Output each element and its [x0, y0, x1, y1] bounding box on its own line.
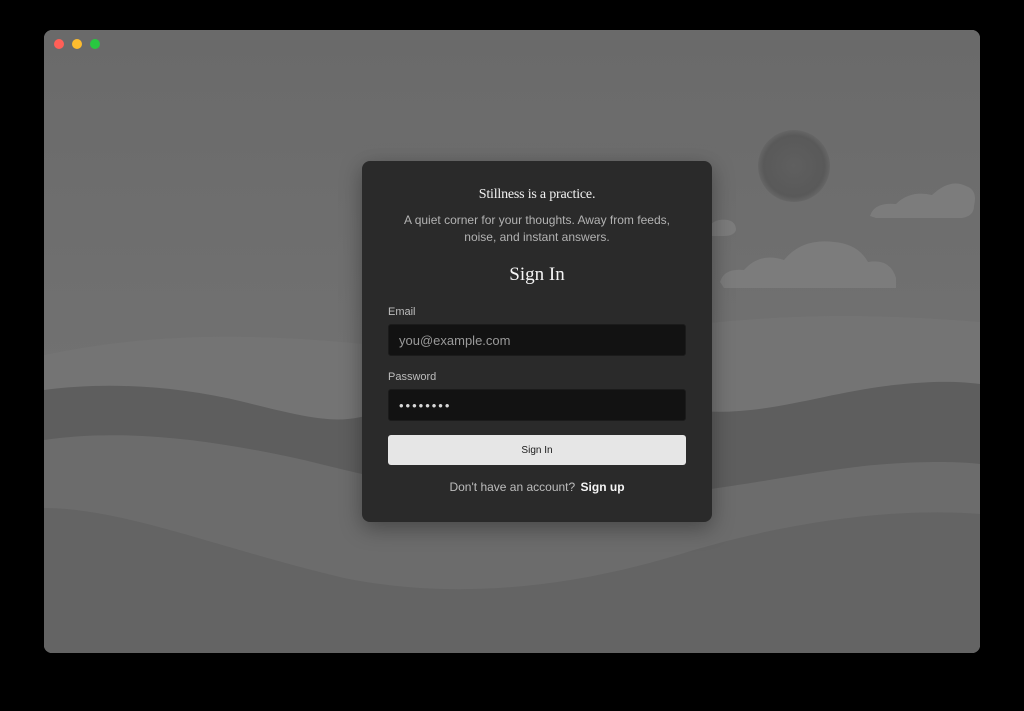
- app-window: Stillness is a practice. A quiet corner …: [44, 30, 980, 653]
- sign-in-heading: Sign In: [509, 264, 565, 285]
- window-minimize-icon[interactable]: [72, 39, 82, 49]
- sign-in-button[interactable]: Sign In: [388, 435, 686, 465]
- tagline: Stillness is a practice.: [478, 187, 596, 202]
- sign-in-card: Stillness is a practice. A quiet corner …: [362, 161, 712, 522]
- sign-up-link[interactable]: Sign up: [581, 480, 625, 494]
- sun: [758, 130, 830, 202]
- password-label: Password: [388, 371, 437, 383]
- window-maximize-icon[interactable]: [90, 39, 100, 49]
- email-field-group: Email: [388, 306, 686, 356]
- signup-prompt-text: Don't have an account?: [449, 480, 576, 494]
- email-input[interactable]: [388, 324, 686, 356]
- signup-prompt: Don't have an account? Sign up: [388, 480, 686, 494]
- window-controls: [54, 39, 100, 49]
- password-input[interactable]: [388, 389, 686, 421]
- window-close-icon[interactable]: [54, 39, 64, 49]
- email-label: Email: [388, 306, 416, 318]
- password-field-group: Password: [388, 371, 686, 421]
- intro-text: A quiet corner for your thoughts. Away f…: [404, 213, 670, 244]
